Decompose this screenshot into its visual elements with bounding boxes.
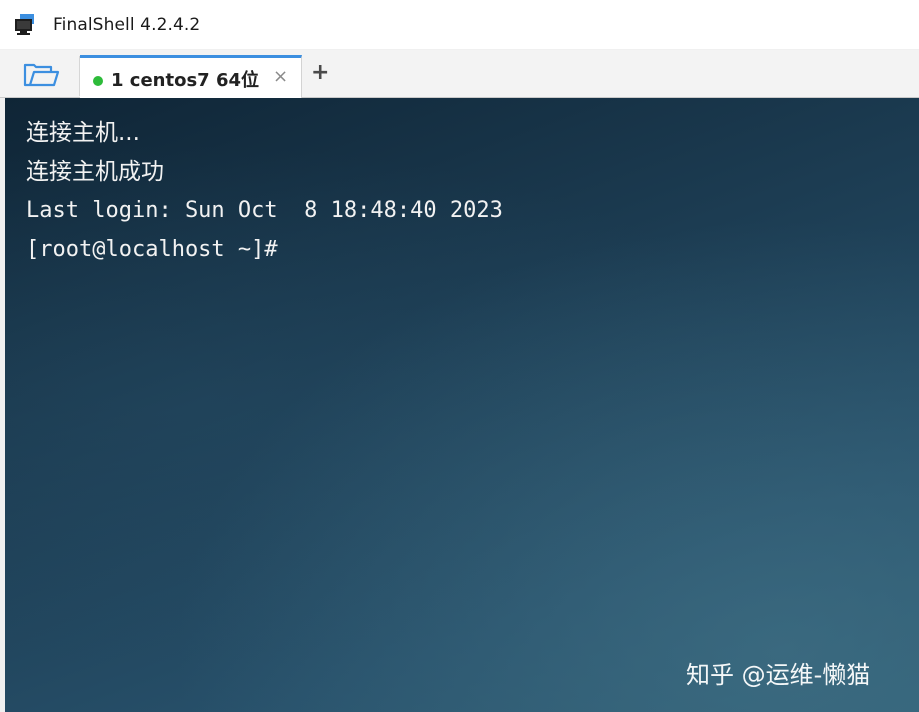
tab-label: 1 centos7 64位 [111,70,260,91]
window-title: FinalShell 4.2.4.2 [53,15,201,35]
close-icon[interactable]: × [273,66,288,87]
terminal-line: Last login: Sun Oct 8 18:48:40 2023 [26,198,503,223]
terminal-line: 连接主机... [26,120,140,146]
finalshell-window: FinalShell 4.2.4.2 1 centos7 64位 × + 连接主… [0,0,919,712]
folder-open-icon[interactable] [22,62,60,88]
terminal-area[interactable]: 连接主机... 连接主机成功 Last login: Sun Oct 8 18:… [5,98,919,712]
terminal-line: 连接主机成功 [26,159,164,185]
add-tab-button[interactable]: + [311,60,329,85]
connection-status-dot [93,76,103,86]
tab-centos7[interactable]: 1 centos7 64位 × [80,55,302,98]
terminal-prompt: [root@localhost ~]# [26,237,278,262]
app-logo-icon [15,14,34,35]
tab-bar: 1 centos7 64位 × + [0,50,919,98]
watermark: 知乎 @运维-懒猫 [686,661,871,689]
title-bar: FinalShell 4.2.4.2 [0,0,919,50]
